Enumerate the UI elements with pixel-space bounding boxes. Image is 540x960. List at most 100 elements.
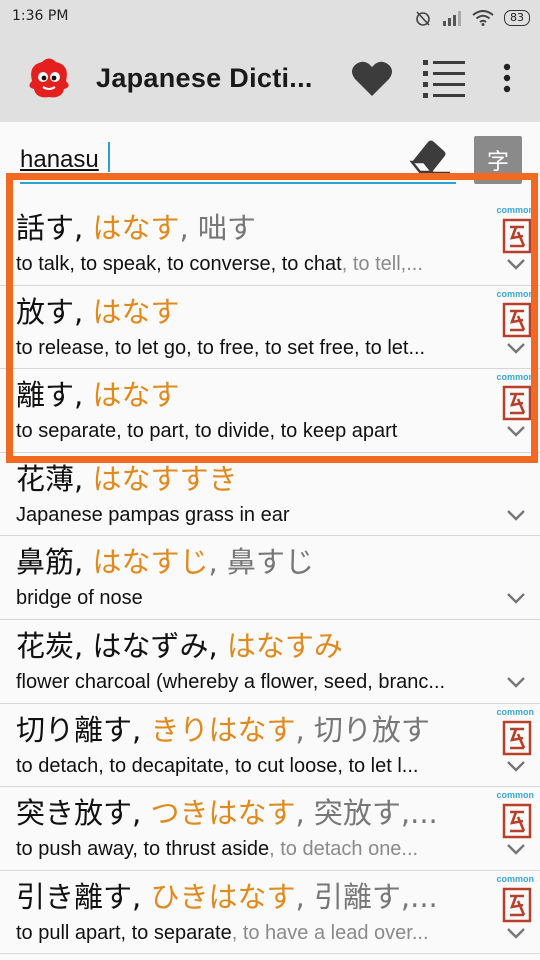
entry-definition: to talk, to speak, to converse, to chat,…: [16, 251, 492, 277]
chevron-down-icon[interactable]: [506, 424, 526, 438]
entry-kanji: 引き離す: [16, 879, 133, 914]
entry-kanji: 突き放す: [16, 796, 133, 831]
entry-definition: to detach, to decapitate, to cut loose, …: [16, 753, 492, 779]
entry-kanji: 花炭: [16, 628, 75, 663]
definition-main: bridge of nose: [16, 587, 143, 610]
common-stamp-icon: [502, 302, 532, 337]
list-item[interactable]: 突き放す, つきはなす, 突放す,... to push away, to thr…: [0, 787, 540, 871]
entry-definition: to separate, to part, to divide, to keep…: [16, 418, 492, 444]
list-item[interactable]: 放す, はなす to release, to let go, to free, t…: [0, 285, 540, 370]
list-item[interactable]: 引き離す, ひきはなす, 引離す,... to pull apart, to se…: [0, 870, 540, 955]
entry-definition: bridge of nose: [16, 585, 492, 611]
common-badge: common: [496, 288, 534, 299]
chevron-down-icon[interactable]: [506, 759, 526, 773]
common-badge: common: [496, 706, 534, 717]
chevron-down-icon[interactable]: [506, 842, 526, 856]
status-icons: 83: [414, 7, 530, 29]
entry-kanji: 放す: [16, 294, 75, 329]
entry-kanji: 話す: [16, 211, 75, 245]
chevron-down-icon[interactable]: [506, 675, 526, 689]
search-underline: [20, 182, 456, 184]
definition-extra: , to have a lead over...: [231, 921, 429, 944]
entry-definition: to pull apart, to separate, to have a le…: [16, 920, 492, 946]
entry-headword: 切り離す, きりはなす, 切り放す: [16, 712, 430, 748]
list-item[interactable]: 花炭, はなずみ, はなすみ flower charcoal (whereby a…: [0, 619, 540, 704]
list-item[interactable]: 話す, はなす, 咄す to talk, to speak, to convers…: [0, 202, 540, 286]
entry-alt-forms: , 切り放す: [295, 712, 430, 747]
chevron-down-icon[interactable]: [506, 341, 526, 355]
eraser-clear-icon[interactable]: [406, 136, 452, 176]
favorites-heart-icon[interactable]: [350, 58, 394, 98]
status-bar: 1:36 PM 83: [0, 0, 540, 36]
entry-reading: つきはなす: [150, 796, 296, 831]
entry-headword: 離す, はなす: [16, 377, 179, 413]
common-badge: common: [496, 205, 534, 215]
search-input[interactable]: [20, 142, 240, 178]
entry-reading-plain: はなずみ: [92, 628, 209, 663]
kanji-lookup-button[interactable]: 字: [474, 136, 522, 184]
list-item[interactable]: 花薄, はなすすき Japanese pampas grass in ear: [0, 452, 540, 537]
separator: ,: [208, 628, 227, 663]
entry-headword: 突き放す, つきはなす, 突放す,...: [16, 795, 438, 831]
entry-kanji: 花薄: [16, 461, 75, 496]
entry-headword: 花炭, はなずみ, はなすみ: [16, 628, 343, 664]
definition-main: to talk, to speak, to converse, to chat: [16, 253, 342, 275]
entry-reading: はなす: [92, 378, 180, 413]
entry-alt-forms: , 咄す: [179, 211, 256, 245]
list-icon[interactable]: [421, 56, 467, 100]
common-stamp-icon: [502, 720, 532, 755]
entry-headword: 鼻筋, はなすじ, 鼻すじ: [16, 544, 314, 580]
separator: ,: [132, 796, 151, 831]
entry-reading: はなすじ: [92, 545, 209, 580]
separator: ,: [74, 628, 93, 663]
app-title: Japanese Dicti...: [96, 63, 313, 93]
separator: ,: [74, 211, 93, 245]
entry-kanji: 離す: [16, 378, 75, 413]
common-stamp-icon: [502, 385, 532, 421]
entry-headword: 放す, はなす: [16, 294, 179, 330]
entry-alt-forms: , 鼻すじ: [208, 545, 314, 580]
definition-main: to pull apart, to separate: [16, 921, 232, 944]
list-item[interactable]: 鼻筋, はなすじ, 鼻すじ bridge of nose: [0, 536, 540, 620]
definition-main: flower charcoal (whereby a flower, seed,…: [16, 670, 446, 693]
common-badge: common: [496, 372, 534, 383]
common-badge: common: [496, 873, 534, 884]
chevron-down-icon[interactable]: [506, 257, 526, 271]
entry-definition: flower charcoal (whereby a flower, seed,…: [16, 669, 492, 695]
entry-reading: はなす: [92, 211, 180, 245]
app-bar: Japanese Dicti...: [0, 36, 540, 122]
entry-definition: to release, to let go, to free, to set f…: [16, 335, 492, 361]
separator: ,: [132, 879, 151, 914]
separator: ,: [132, 712, 151, 747]
entry-reading: きりはなす: [150, 712, 296, 747]
common-stamp-icon: [502, 803, 532, 839]
status-time: 1:36 PM: [12, 8, 69, 24]
text-caret: [108, 142, 110, 172]
entry-definition: Japanese pampas grass in ear: [16, 502, 492, 528]
definition-main: to separate, to part, to divide, to keep…: [16, 420, 398, 443]
entry-headword: 話す, はなす, 咄す: [16, 210, 256, 246]
definition-main: to release, to let go, to free, to set f…: [16, 336, 426, 359]
entry-reading: はなすみ: [226, 628, 343, 663]
chevron-down-icon[interactable]: [506, 926, 526, 940]
wifi-icon: [472, 10, 494, 26]
list-item[interactable]: 切り離す, きりはなす, 切り放す to detach, to decapitat…: [0, 703, 540, 788]
entry-reading: はなすすき: [92, 461, 238, 496]
signal-icon: [443, 11, 461, 26]
entry-alt-forms: , 引離す,...: [295, 879, 438, 914]
separator: ,: [74, 378, 93, 413]
separator: ,: [74, 461, 93, 496]
entry-kanji: 切り離す: [16, 712, 133, 747]
common-stamp-icon: [502, 887, 532, 922]
search-bar: 字: [0, 122, 540, 190]
list-item[interactable]: 離す, はなす to separate, to part, to divide, …: [0, 369, 540, 453]
chevron-down-icon[interactable]: [506, 508, 526, 522]
overflow-menu-icon[interactable]: [500, 62, 514, 96]
definition-extra: , to tell,...: [341, 253, 423, 275]
entry-headword: 引き離す, ひきはなす, 引離す,...: [16, 879, 438, 915]
entry-definition: to push away, to thrust aside, to detach…: [16, 836, 492, 862]
common-stamp-icon: [502, 218, 532, 254]
definition-extra: , to detach one...: [269, 838, 419, 861]
chevron-down-icon[interactable]: [506, 591, 526, 605]
definition-main: to push away, to thrust aside: [16, 838, 270, 861]
